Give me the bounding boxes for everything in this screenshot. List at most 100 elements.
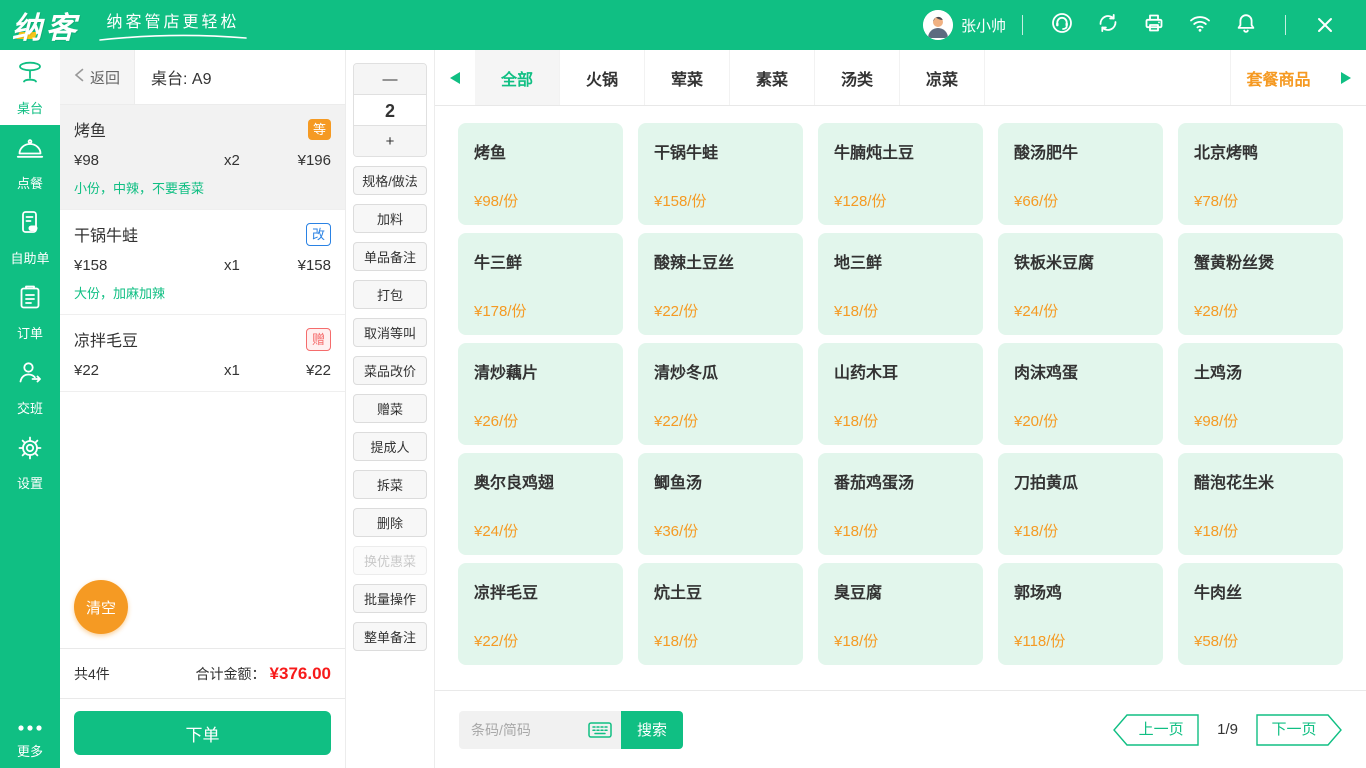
- menu-item-name: 牛腩炖土豆: [834, 139, 967, 163]
- modify-badge[interactable]: 改: [306, 223, 331, 246]
- menu-item-card[interactable]: 山药木耳¥18/份: [818, 343, 983, 445]
- menu-item-card[interactable]: 肉沫鸡蛋¥20/份: [998, 343, 1163, 445]
- sidebar-item-ordering[interactable]: 点餐: [0, 125, 60, 200]
- order-panel: 返回 桌台: A9 烤鱼等¥98x2¥196小份，中辣，不要香菜干锅牛蛙改¥15…: [60, 50, 346, 768]
- menu-item-card[interactable]: 鲫鱼汤¥36/份: [638, 453, 803, 555]
- quantity-minus-button[interactable]: —: [354, 64, 426, 94]
- close-icon[interactable]: [1312, 12, 1338, 38]
- menu-item-card[interactable]: 番茄鸡蛋汤¥18/份: [818, 453, 983, 555]
- tab-hotpot[interactable]: 火锅: [560, 50, 645, 105]
- next-page-button[interactable]: 下一页: [1256, 714, 1342, 746]
- order-item-name: 干锅牛蛙: [74, 222, 138, 246]
- tab-vegetable[interactable]: 素菜: [730, 50, 815, 105]
- menu-item-card[interactable]: 炕土豆¥18/份: [638, 563, 803, 665]
- menu-item-card[interactable]: 清炒冬瓜¥22/份: [638, 343, 803, 445]
- order-item-row[interactable]: 干锅牛蛙改¥158x1¥158大份，加麻加辣: [60, 210, 345, 315]
- menu-item-name: 凉拌毛豆: [474, 579, 607, 603]
- menu-item-name: 肉沫鸡蛋: [1014, 359, 1147, 383]
- menu-item-name: 鲫鱼汤: [654, 469, 787, 493]
- action-delete-button[interactable]: 删除: [353, 508, 427, 537]
- topbar-divider: [1022, 15, 1023, 35]
- order-item-price: ¥158: [74, 257, 224, 274]
- menu-item-card[interactable]: 北京烤鸭¥78/份: [1178, 123, 1343, 225]
- menu-item-name: 土鸡汤: [1194, 359, 1327, 383]
- menu-item-card[interactable]: 凉拌毛豆¥22/份: [458, 563, 623, 665]
- menu-item-card[interactable]: 烤鱼¥98/份: [458, 123, 623, 225]
- search-button[interactable]: 搜索: [621, 711, 683, 749]
- clear-order-button[interactable]: 清空: [74, 580, 128, 634]
- keyboard-icon[interactable]: [588, 721, 612, 738]
- menu-item-card[interactable]: 地三鲜¥18/份: [818, 233, 983, 335]
- action-item-note-button[interactable]: 单品备注: [353, 242, 427, 271]
- action-order-note-button[interactable]: 整单备注: [353, 622, 427, 651]
- menu-item-price: ¥178/份: [474, 300, 607, 321]
- tabs-scroll-right-icon[interactable]: [1326, 50, 1366, 105]
- menu-item-card[interactable]: 刀拍黄瓜¥18/份: [998, 453, 1163, 555]
- sidebar-item-settings[interactable]: 设置: [0, 425, 60, 500]
- menu-item-name: 牛肉丝: [1194, 579, 1327, 603]
- tab-soup[interactable]: 汤类: [815, 50, 900, 105]
- back-button[interactable]: 返回: [60, 50, 135, 104]
- sidebar-item-tables[interactable]: 桌台: [0, 50, 60, 125]
- order-item-name: 凉拌毛豆: [74, 327, 138, 351]
- menu-item-card[interactable]: 蟹黄粉丝煲¥28/份: [1178, 233, 1343, 335]
- action-cancel-wait-button[interactable]: 取消等叫: [353, 318, 427, 347]
- printer-icon[interactable]: [1141, 10, 1167, 36]
- tab-all[interactable]: 全部: [475, 50, 560, 105]
- menu-item-card[interactable]: 干锅牛蛙¥158/份: [638, 123, 803, 225]
- action-change-price-button[interactable]: 菜品改价: [353, 356, 427, 385]
- order-item-row[interactable]: 烤鱼等¥98x2¥196小份，中辣，不要香菜: [60, 105, 345, 210]
- menu-item-price: ¥18/份: [834, 630, 967, 651]
- menu-item-card[interactable]: 土鸡汤¥98/份: [1178, 343, 1343, 445]
- wifi-icon[interactable]: [1187, 10, 1213, 36]
- tab-cold[interactable]: 凉菜: [900, 50, 985, 105]
- order-item-name: 烤鱼: [74, 117, 106, 141]
- sidebar-item-label: 自助单: [10, 248, 49, 267]
- menu-item-card[interactable]: 清炒藕片¥26/份: [458, 343, 623, 445]
- action-pack-button[interactable]: 打包: [353, 280, 427, 309]
- menu-item-card[interactable]: 醋泡花生米¥18/份: [1178, 453, 1343, 555]
- action-split-dish-button[interactable]: 拆菜: [353, 470, 427, 499]
- action-addon-button[interactable]: 加料: [353, 204, 427, 233]
- sidebar-item-self-order[interactable]: 自助单: [0, 200, 60, 275]
- topbar-divider: [1285, 15, 1286, 35]
- menu-item-card[interactable]: 铁板米豆腐¥24/份: [998, 233, 1163, 335]
- menu-item-name: 酸辣土豆丝: [654, 249, 787, 273]
- menu-item-name: 山药木耳: [834, 359, 967, 383]
- action-batch-button[interactable]: 批量操作: [353, 584, 427, 613]
- menu-item-name: 郭场鸡: [1014, 579, 1147, 603]
- sidebar-item-more[interactable]: 更多: [0, 722, 60, 760]
- tab-meat[interactable]: 荤菜: [645, 50, 730, 105]
- order-item-price: ¥22: [74, 362, 224, 379]
- order-item-total: ¥196: [298, 152, 331, 169]
- action-commission-button[interactable]: 提成人: [353, 432, 427, 461]
- sidebar-item-handover[interactable]: 交班: [0, 350, 60, 425]
- menu-item-card[interactable]: 郭场鸡¥118/份: [998, 563, 1163, 665]
- menu-item-price: ¥24/份: [474, 520, 607, 541]
- bell-icon[interactable]: [1233, 10, 1259, 36]
- menu-item-card[interactable]: 酸辣土豆丝¥22/份: [638, 233, 803, 335]
- pagination: 上一页 1/9 下一页: [1113, 714, 1342, 746]
- customer-service-icon[interactable]: [1049, 10, 1075, 36]
- avatar[interactable]: [923, 10, 953, 40]
- menu-item-price: ¥18/份: [1014, 520, 1147, 541]
- menu-item-card[interactable]: 酸汤肥牛¥66/份: [998, 123, 1163, 225]
- prev-page-button[interactable]: 上一页: [1113, 714, 1199, 746]
- action-spec-button[interactable]: 规格/做法: [353, 166, 427, 195]
- quantity-value: 2: [354, 94, 426, 126]
- tabs-scroll-left-icon[interactable]: [435, 50, 475, 105]
- submit-order-button[interactable]: 下单: [74, 711, 331, 755]
- sidebar-item-orders[interactable]: 订单: [0, 275, 60, 350]
- menu-item-card[interactable]: 牛三鲜¥178/份: [458, 233, 623, 335]
- tab-combo-products[interactable]: 套餐商品: [1230, 50, 1326, 105]
- order-summary: 共4件 合计金额： ¥376.00: [60, 648, 345, 698]
- order-item-note: 大份，加麻加辣: [74, 283, 331, 302]
- menu-item-card[interactable]: 牛腩炖土豆¥128/份: [818, 123, 983, 225]
- sync-icon[interactable]: [1095, 10, 1121, 36]
- order-item-row[interactable]: 凉拌毛豆赠¥22x1¥22: [60, 315, 345, 392]
- action-gift-dish-button[interactable]: 赠菜: [353, 394, 427, 423]
- menu-item-card[interactable]: 奥尔良鸡翅¥24/份: [458, 453, 623, 555]
- quantity-plus-button[interactable]: +: [354, 126, 426, 156]
- menu-item-card[interactable]: 臭豆腐¥18/份: [818, 563, 983, 665]
- menu-item-card[interactable]: 牛肉丝¥58/份: [1178, 563, 1343, 665]
